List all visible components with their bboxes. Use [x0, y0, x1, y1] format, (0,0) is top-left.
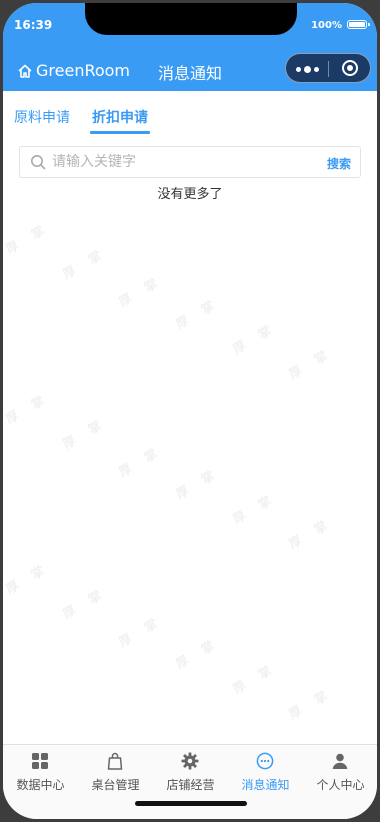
search-icon	[31, 155, 46, 170]
watermark: 厚 掌	[116, 273, 166, 311]
bottom-tab-bar: 数据中心 桌台管理 店铺经营 消息通知 个人中心	[3, 744, 377, 819]
tab-store-operations[interactable]: 店铺经营	[153, 745, 228, 801]
device-notch	[85, 3, 297, 35]
tab-material-request[interactable]: 原料申请	[14, 107, 70, 127]
watermark: 厚 掌	[173, 295, 223, 333]
watermark: 厚 掌	[286, 685, 336, 723]
watermark: 厚 掌	[116, 613, 166, 651]
tab-label: 个人中心	[316, 778, 365, 792]
grid-icon	[32, 753, 48, 769]
tab-data-center[interactable]: 数据中心	[3, 745, 78, 801]
navigation-header: 16:39 100% GreenRoom 消息通知	[3, 3, 377, 91]
miniprogram-capsule	[285, 53, 371, 83]
phone-screen: 厚 掌 厚 掌 厚 掌 厚 掌 厚 掌 厚 掌 厚 掌 厚 掌 厚 掌 厚 掌 …	[3, 3, 377, 819]
capsule-divider	[328, 61, 329, 77]
request-tabs: 原料申请 折扣申请	[3, 91, 377, 135]
close-target-icon[interactable]	[342, 60, 358, 76]
battery-percentage: 100%	[311, 20, 342, 31]
search-button[interactable]: 搜索	[327, 155, 351, 172]
battery-icon	[347, 20, 370, 29]
tab-label: 桌台管理	[91, 778, 140, 792]
message-icon	[256, 752, 274, 770]
tab-label: 数据中心	[16, 778, 65, 792]
tab-discount-request[interactable]: 折扣申请	[92, 107, 148, 127]
search-bar: 搜索	[19, 146, 361, 178]
watermark: 厚 掌	[230, 660, 280, 698]
watermark: 厚 掌	[173, 465, 223, 503]
watermark: 厚 掌	[173, 635, 223, 673]
tab-table-management[interactable]: 桌台管理	[78, 745, 153, 801]
bag-icon	[107, 752, 123, 770]
watermark: 厚 掌	[60, 415, 110, 453]
watermark: 厚 掌	[60, 245, 110, 283]
watermark: 厚 掌	[230, 490, 280, 528]
watermark: 厚 掌	[3, 560, 53, 598]
tab-personal-center[interactable]: 个人中心	[303, 745, 377, 801]
list-end-text: 没有更多了	[157, 187, 223, 202]
more-icon[interactable]	[296, 66, 319, 73]
watermark: 厚 掌	[286, 515, 336, 553]
tab-label: 店铺经营	[166, 778, 215, 792]
tab-label: 消息通知	[241, 778, 290, 792]
tab-messages[interactable]: 消息通知	[228, 745, 303, 801]
watermark: 厚 掌	[286, 345, 336, 383]
gear-icon	[181, 752, 199, 770]
watermark: 厚 掌	[3, 220, 53, 258]
watermark: 厚 掌	[3, 390, 53, 428]
person-icon	[332, 753, 348, 769]
active-tab-indicator	[90, 131, 150, 134]
home-indicator	[135, 801, 247, 806]
watermark: 厚 掌	[230, 320, 280, 358]
status-time: 16:39	[14, 18, 53, 32]
search-input[interactable]	[52, 147, 312, 177]
watermark: 厚 掌	[116, 443, 166, 481]
watermark: 厚 掌	[60, 585, 110, 623]
